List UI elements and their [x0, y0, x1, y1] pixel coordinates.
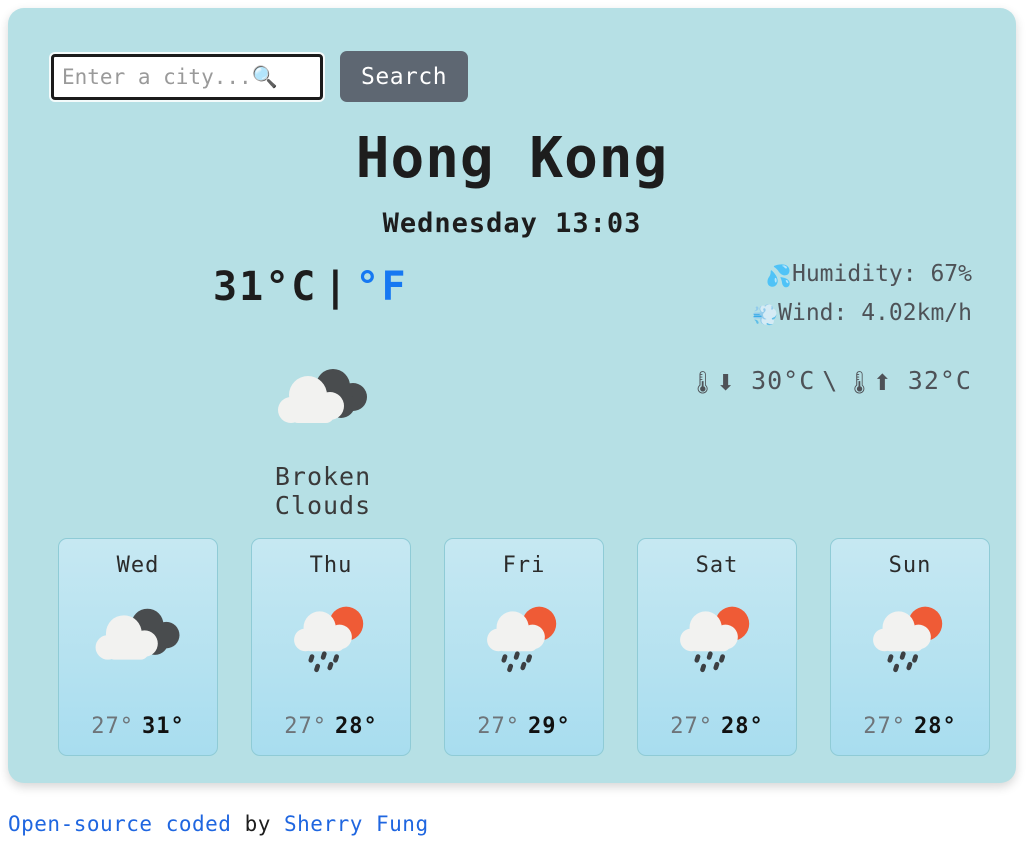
forecast-temp-min: 27°	[91, 714, 134, 739]
forecast-temp-max: 28°	[335, 714, 378, 739]
current-condition: Broken Clouds	[238, 360, 408, 520]
wind-label: Wind: 4.02km/h	[778, 300, 972, 326]
forecast-temps: 27° 28°	[638, 714, 796, 739]
forecast-temps: 27° 31°	[59, 714, 217, 739]
footer-by-text: by	[231, 812, 285, 836]
forecast-card[interactable]: Sat 27° 28°	[637, 538, 797, 756]
wind-icon: 💨	[751, 303, 779, 327]
sun-rain-icon	[445, 601, 603, 673]
weather-panel: Search Hong Kong Wednesday 13:03 31°C|°F…	[8, 8, 1016, 783]
forecast-temps: 27° 29°	[445, 714, 603, 739]
forecast-temp-max: 31°	[142, 714, 185, 739]
thermometer-down-icon: 🌡⬇	[688, 371, 735, 396]
footer: Open-source coded by Sherry Fung	[8, 812, 429, 836]
forecast-card[interactable]: Thu 27° 28°	[251, 538, 411, 756]
humidity-row: 💦Humidity: 67%	[752, 256, 972, 295]
thermometer-up-icon: 🌡⬆	[845, 371, 892, 396]
open-source-link[interactable]: Open-source coded	[8, 812, 231, 836]
forecast-temp-min: 27°	[477, 714, 520, 739]
forecast-day: Fri	[502, 553, 546, 578]
forecast-card[interactable]: Wed 27° 31°	[58, 538, 218, 756]
forecast-temp-min: 27°	[670, 714, 713, 739]
city-name: Hong Kong	[355, 126, 669, 191]
forecast-temp-max: 28°	[914, 714, 957, 739]
temp-min-value: 30°C	[751, 366, 816, 395]
min-max-temperature: 🌡⬇ 30°C \ 🌡⬆ 32°C	[689, 366, 972, 396]
forecast-day: Sat	[695, 553, 739, 578]
forecast-day: Thu	[309, 553, 353, 578]
date-time: Wednesday 13:03	[382, 208, 642, 239]
broken-clouds-icon	[238, 360, 408, 438]
minmax-separator: \	[822, 366, 839, 395]
forecast-day: Wed	[116, 553, 160, 578]
wind-row: 💨Wind: 4.02km/h	[752, 295, 972, 334]
forecast-temps: 27° 28°	[831, 714, 989, 739]
unit-toggle-fahrenheit[interactable]: °F	[355, 264, 407, 310]
search-input[interactable]	[51, 53, 323, 100]
condition-label: Broken Clouds	[274, 462, 372, 520]
humidity-label: Humidity: 67%	[791, 261, 972, 287]
weather-details: 💦Humidity: 67% 💨Wind: 4.02km/h	[752, 256, 972, 334]
forecast-card[interactable]: Sun 27° 28°	[830, 538, 990, 756]
search-button[interactable]: Search	[340, 51, 469, 102]
forecast-temp-min: 27°	[863, 714, 906, 739]
sun-rain-icon	[252, 601, 410, 673]
forecast-card[interactable]: Fri 27° 29°	[444, 538, 604, 756]
forecast-temp-min: 27°	[284, 714, 327, 739]
forecast-temps: 27° 28°	[252, 714, 410, 739]
forecast-list: Wed 27° 31° Thu 27° 28° Fri 27° 29° Sat …	[58, 538, 990, 756]
humidity-droplets-icon: 💦	[765, 264, 792, 288]
forecast-temp-max: 29°	[528, 714, 571, 739]
unit-divider: |	[323, 264, 350, 310]
sun-rain-icon	[638, 601, 796, 673]
search-bar: Search	[51, 51, 469, 102]
broken-clouds-icon	[59, 601, 217, 673]
weather-app: Search Hong Kong Wednesday 13:03 31°C|°F…	[0, 0, 1031, 845]
temperature-value: 31°C	[213, 264, 318, 310]
temp-max-value: 32°C	[907, 366, 972, 395]
sun-rain-icon	[831, 601, 989, 673]
author-link[interactable]: Sherry Fung	[284, 812, 429, 836]
forecast-temp-max: 28°	[721, 714, 764, 739]
forecast-day: Sun	[888, 553, 932, 578]
current-temperature: 31°C | °F	[213, 264, 408, 310]
